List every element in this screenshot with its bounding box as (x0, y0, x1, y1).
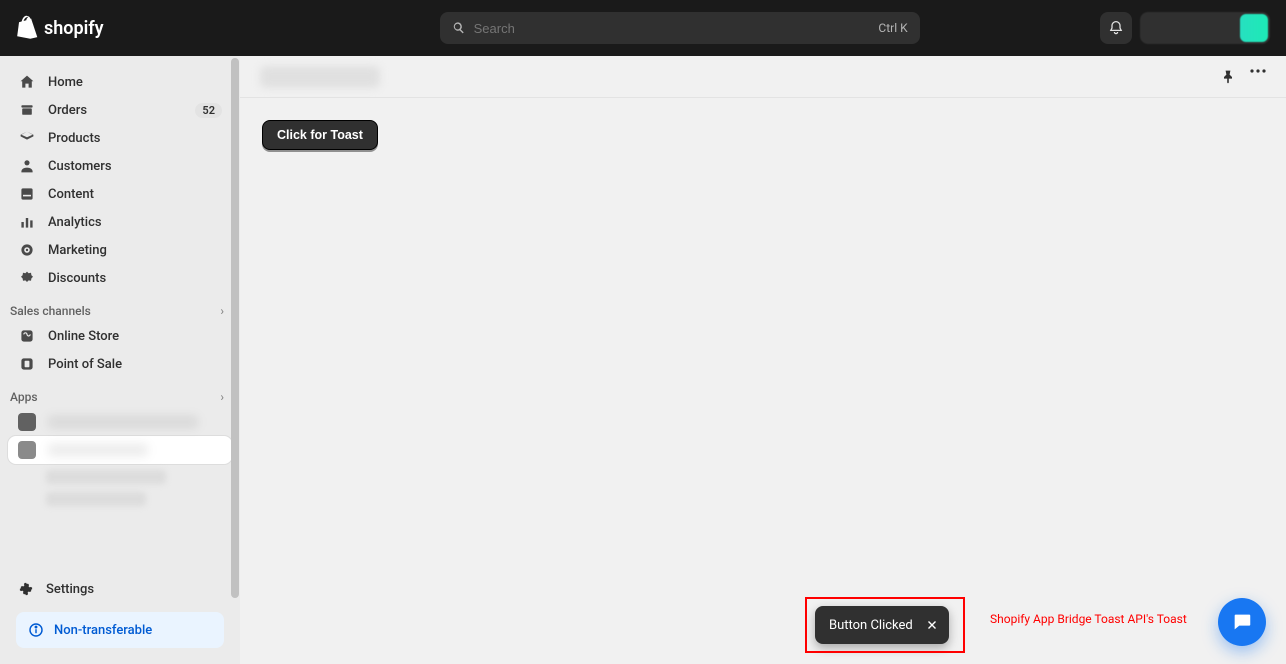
section-label: Apps (10, 390, 38, 404)
analytics-icon (18, 213, 36, 231)
store-icon (18, 327, 36, 345)
channel-point-of-sale[interactable]: Point of Sale (8, 350, 232, 378)
toast-close-button[interactable] (925, 618, 939, 632)
store-switcher[interactable] (1140, 12, 1270, 44)
sales-channels-header[interactable]: Sales channels › (0, 296, 240, 322)
more-icon[interactable] (1250, 69, 1266, 85)
app-label-redacted: xxxxxxxxxxxxxx (48, 416, 198, 428)
app-icon (18, 441, 36, 459)
products-icon (18, 129, 36, 147)
annotation-label: Shopify App Bridge Toast API's Toast (990, 612, 1187, 626)
app-sublabel-redacted (46, 470, 166, 484)
nav-label: Online Store (48, 329, 119, 344)
nav-products[interactable]: Products (8, 124, 232, 152)
non-transferable-banner[interactable]: Non-transferable (16, 612, 224, 648)
nav-discounts[interactable]: Discounts (8, 264, 232, 292)
marketing-icon (18, 241, 36, 259)
orders-badge: 52 (195, 103, 222, 118)
search-shortcut: Ctrl K (878, 21, 907, 35)
chevron-right-icon: › (220, 390, 224, 404)
store-avatar (1240, 14, 1268, 42)
channel-online-store[interactable]: Online Store (8, 322, 232, 350)
nav-label: Marketing (48, 243, 107, 258)
app-sublabel-redacted (46, 492, 146, 506)
nav-label: Point of Sale (48, 357, 122, 372)
nav-label: Products (48, 131, 100, 146)
nav-label: Discounts (48, 271, 106, 286)
apps-header[interactable]: Apps › (0, 382, 240, 408)
toast-message: Button Clicked (829, 618, 913, 633)
click-for-toast-button[interactable]: Click for Toast (262, 120, 378, 150)
info-icon (28, 622, 44, 638)
page-title-redacted (260, 66, 380, 88)
customers-icon (18, 157, 36, 175)
search-wrap: Ctrl K (440, 12, 920, 44)
content-icon (18, 185, 36, 203)
nav-customers[interactable]: Customers (8, 152, 232, 180)
orders-icon (18, 101, 36, 119)
nav-label: Content (48, 187, 94, 202)
nav-marketing[interactable]: Marketing (8, 236, 232, 264)
toast: Button Clicked (815, 606, 949, 644)
nav-analytics[interactable]: Analytics (8, 208, 232, 236)
search-input[interactable] (474, 21, 871, 36)
chevron-right-icon: › (220, 304, 224, 318)
nav-label: Home (48, 75, 83, 90)
section-label: Sales channels (10, 304, 91, 318)
brand-text: shopify (44, 18, 104, 39)
nav-home[interactable]: Home (8, 68, 232, 96)
app-icon (18, 413, 36, 431)
pos-icon (18, 355, 36, 373)
sidebar: Home Orders 52 Products Customers (0, 56, 240, 664)
topbar-right (1100, 12, 1270, 44)
sidebar-scrollbar[interactable] (230, 56, 240, 596)
app-item-1[interactable]: xxxxxxxxxxxxxx (8, 408, 232, 436)
nav-label: Analytics (48, 215, 102, 230)
nav-label: Customers (48, 159, 112, 174)
settings-label: Settings (46, 582, 94, 597)
chat-fab[interactable] (1218, 598, 1266, 646)
page-header (240, 56, 1286, 98)
close-icon (925, 618, 939, 632)
nav-content[interactable]: Content (8, 180, 232, 208)
non-transferable-label: Non-transferable (54, 623, 152, 638)
shopify-logo[interactable]: shopify (16, 15, 104, 41)
main-content: Click for Toast Button Clicked Shopify A… (240, 56, 1286, 664)
discounts-icon (18, 269, 36, 287)
notifications-button[interactable] (1100, 12, 1132, 44)
nav-label: Orders (48, 103, 87, 118)
chat-icon (1231, 611, 1253, 633)
shopify-bag-icon (16, 15, 38, 41)
home-icon (18, 73, 36, 91)
app-item-2-active[interactable]: xxxxxxxxxx (8, 436, 232, 464)
nav-orders[interactable]: Orders 52 (8, 96, 232, 124)
app-label-redacted: xxxxxxxxxx (48, 444, 148, 456)
search-icon (452, 21, 466, 35)
gear-icon (18, 581, 34, 597)
bell-icon (1108, 20, 1124, 36)
pin-icon[interactable] (1220, 69, 1236, 85)
nav-settings[interactable]: Settings (8, 574, 232, 604)
topbar: shopify Ctrl K (0, 0, 1286, 56)
search-box[interactable]: Ctrl K (440, 12, 920, 44)
